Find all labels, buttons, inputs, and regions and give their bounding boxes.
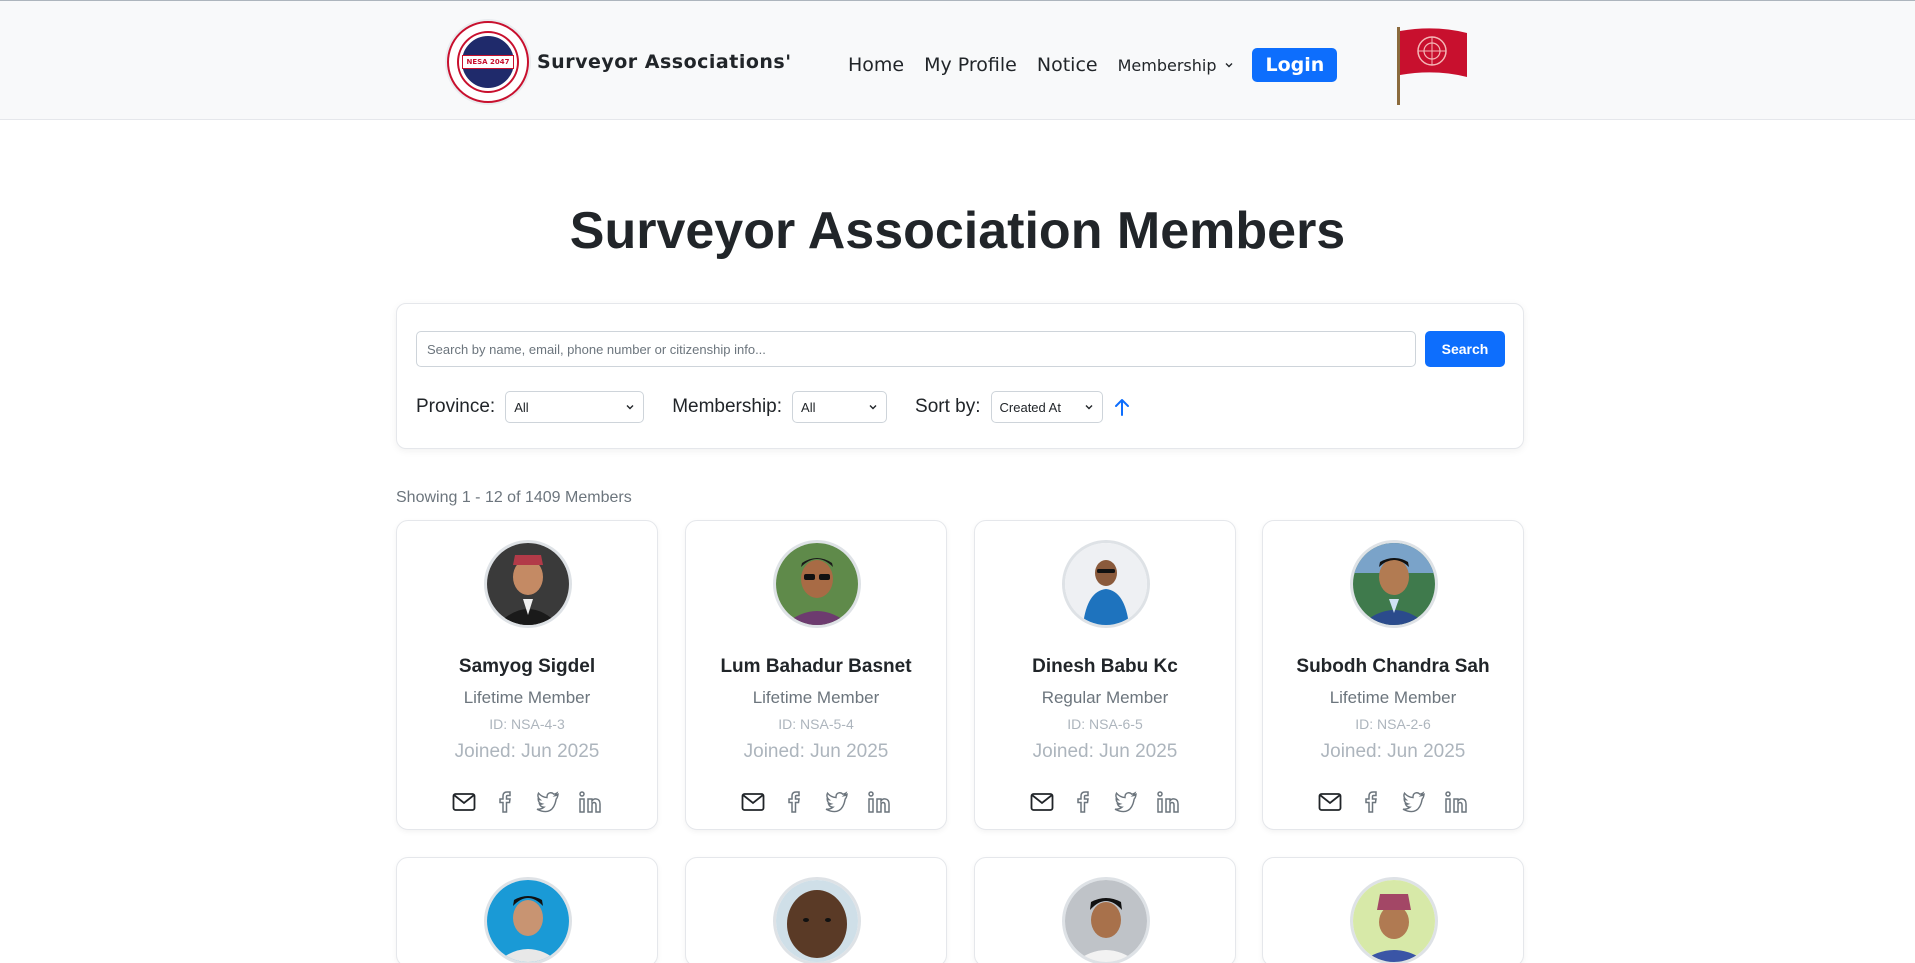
linkedin-icon[interactable] bbox=[1156, 789, 1181, 814]
member-card[interactable]: Lum Bahadur Basnet Lifetime Member ID: N… bbox=[685, 520, 947, 830]
member-id: ID: NSA-2-6 bbox=[1355, 716, 1431, 732]
brand[interactable]: NESA 2047 Surveyor Associations' bbox=[447, 21, 792, 103]
province-select[interactable]: All bbox=[505, 391, 645, 423]
avatar[interactable] bbox=[1062, 540, 1150, 628]
email-icon[interactable] bbox=[1030, 789, 1055, 814]
social-links bbox=[397, 789, 657, 814]
login-button[interactable]: Login bbox=[1252, 48, 1338, 82]
facebook-icon[interactable] bbox=[1360, 789, 1385, 814]
member-name: Lum Bahadur Basnet bbox=[720, 656, 912, 677]
member-card[interactable] bbox=[974, 857, 1236, 963]
social-links bbox=[686, 789, 946, 814]
member-name: Samyog Sigdel bbox=[458, 656, 596, 677]
chevron-down-icon bbox=[626, 405, 634, 410]
membership-select[interactable]: All bbox=[792, 391, 888, 423]
member-card[interactable]: Samyog Sigdel Lifetime Member ID: NSA-4-… bbox=[396, 520, 658, 830]
social-links bbox=[975, 789, 1235, 814]
member-card[interactable]: Subodh Chandra Sah Lifetime Member ID: N… bbox=[1262, 520, 1524, 830]
member-type: Regular Member bbox=[1041, 688, 1169, 707]
member-type: Lifetime Member bbox=[463, 688, 591, 707]
facebook-icon[interactable] bbox=[783, 789, 808, 814]
navbar: NESA 2047 Surveyor Associations' Home My… bbox=[0, 0, 1915, 120]
page-title: Surveyor Association Members bbox=[569, 202, 1346, 260]
sort-label: Sort by: bbox=[915, 396, 981, 417]
member-card[interactable] bbox=[396, 857, 658, 963]
email-icon[interactable] bbox=[452, 789, 477, 814]
logo-badge-text: NESA 2047 bbox=[462, 55, 514, 69]
sort-ascending-icon[interactable] bbox=[1113, 397, 1131, 417]
membership-label: Membership: bbox=[672, 396, 783, 417]
linkedin-icon[interactable] bbox=[1444, 789, 1469, 814]
nav-links: Home My Profile Notice Membership Login bbox=[848, 48, 1338, 82]
email-icon[interactable] bbox=[1318, 789, 1343, 814]
member-name: Subodh Chandra Sah bbox=[1296, 656, 1490, 677]
member-card[interactable] bbox=[685, 857, 947, 963]
search-button[interactable]: Search bbox=[1425, 331, 1505, 367]
member-name: Dinesh Babu Kc bbox=[1032, 656, 1178, 677]
avatar[interactable] bbox=[1350, 877, 1438, 963]
linkedin-icon[interactable] bbox=[578, 789, 603, 814]
member-joined: Joined: Jun 2025 bbox=[743, 741, 889, 762]
member-type: Lifetime Member bbox=[752, 688, 880, 707]
twitter-icon[interactable] bbox=[536, 789, 561, 814]
association-logo[interactable]: NESA 2047 bbox=[447, 21, 529, 103]
member-id: ID: NSA-5-4 bbox=[778, 716, 854, 732]
facebook-icon[interactable] bbox=[494, 789, 519, 814]
sort-select[interactable]: Created At bbox=[990, 391, 1103, 423]
avatar[interactable] bbox=[1350, 540, 1438, 628]
chevron-down-icon bbox=[1225, 63, 1233, 68]
filter-card: Search Province: All Membership: All Sor… bbox=[396, 303, 1524, 449]
avatar[interactable] bbox=[484, 540, 572, 628]
avatar[interactable] bbox=[773, 877, 861, 963]
province-label: Province: bbox=[416, 396, 496, 417]
linkedin-icon[interactable] bbox=[867, 789, 892, 814]
member-card[interactable] bbox=[1262, 857, 1524, 963]
province-select-value: All bbox=[514, 399, 529, 415]
member-card[interactable]: Dinesh Babu Kc Regular Member ID: NSA-6-… bbox=[974, 520, 1236, 830]
member-joined: Joined: Jun 2025 bbox=[1032, 741, 1178, 762]
results-count: Showing 1 - 12 of 1409 Members bbox=[396, 489, 632, 506]
nav-link-my-profile[interactable]: My Profile bbox=[924, 54, 1017, 76]
member-id: ID: NSA-6-5 bbox=[1067, 716, 1143, 732]
avatar[interactable] bbox=[1062, 877, 1150, 963]
facebook-icon[interactable] bbox=[1072, 789, 1097, 814]
avatar[interactable] bbox=[773, 540, 861, 628]
member-joined: Joined: Jun 2025 bbox=[1320, 741, 1466, 762]
search-input[interactable] bbox=[416, 331, 1416, 367]
membership-select-value: All bbox=[801, 399, 816, 415]
member-type: Lifetime Member bbox=[1329, 688, 1457, 707]
twitter-icon[interactable] bbox=[1114, 789, 1139, 814]
email-icon[interactable] bbox=[741, 789, 766, 814]
member-id: ID: NSA-4-3 bbox=[489, 716, 565, 732]
nav-link-home[interactable]: Home bbox=[848, 54, 904, 76]
avatar[interactable] bbox=[484, 877, 572, 963]
nav-link-notice[interactable]: Notice bbox=[1037, 54, 1098, 76]
brand-name[interactable]: Surveyor Associations' bbox=[537, 51, 792, 73]
membership-dropdown[interactable]: Membership bbox=[1118, 56, 1235, 75]
membership-dropdown-label: Membership bbox=[1117, 55, 1217, 75]
chevron-down-icon bbox=[1085, 405, 1093, 410]
social-links bbox=[1263, 789, 1523, 814]
filter-row: Province: All Membership: All Sort by: C… bbox=[416, 391, 1131, 423]
member-joined: Joined: Jun 2025 bbox=[454, 741, 600, 762]
party-flag-icon bbox=[1397, 27, 1467, 105]
chevron-down-icon bbox=[869, 405, 877, 410]
sort-select-value: Created At bbox=[999, 399, 1061, 415]
twitter-icon[interactable] bbox=[825, 789, 850, 814]
twitter-icon[interactable] bbox=[1402, 789, 1427, 814]
